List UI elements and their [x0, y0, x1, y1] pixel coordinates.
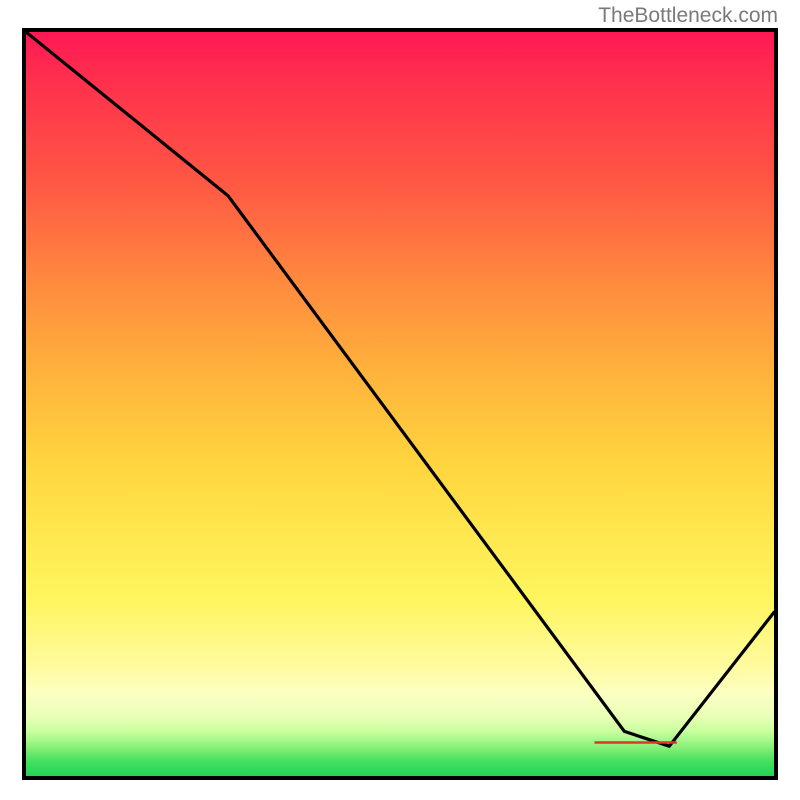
data-line: [26, 32, 774, 746]
chart-svg: [26, 32, 774, 776]
chart-area: [22, 28, 778, 780]
watermark-text: TheBottleneck.com: [598, 4, 778, 28]
